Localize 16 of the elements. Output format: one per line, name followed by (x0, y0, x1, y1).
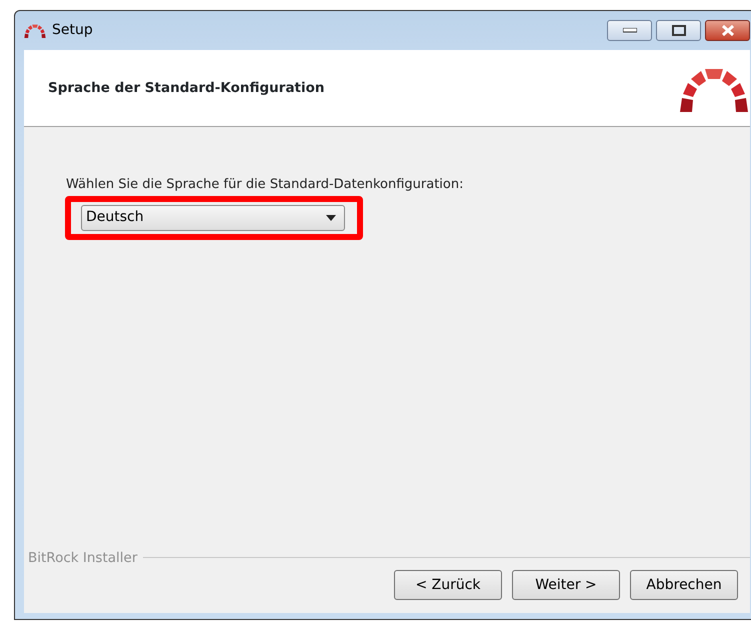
window-title: Setup (52, 21, 93, 40)
next-button[interactable]: Weiter > (512, 570, 620, 600)
installer-brand: BitRock Installer (28, 548, 138, 568)
language-dropdown[interactable]: Deutsch (81, 204, 345, 230)
field-label: Wählen Sie die Sprache für die Standard-Datenkonfiguration: (66, 176, 464, 194)
back-button[interactable]: < Zurück (394, 570, 502, 600)
minimize-icon (622, 28, 636, 33)
close-button[interactable] (705, 20, 750, 41)
maximize-button[interactable] (656, 20, 701, 41)
close-icon (720, 25, 734, 36)
page-title: Sprache der Standard-Konfiguration (48, 78, 325, 98)
maximize-icon (672, 25, 686, 36)
cancel-button[interactable]: Abbrechen (630, 570, 738, 600)
arch-logo-icon (24, 23, 46, 38)
dropdown-caret-icon (326, 214, 336, 220)
minimize-button[interactable] (607, 20, 652, 41)
